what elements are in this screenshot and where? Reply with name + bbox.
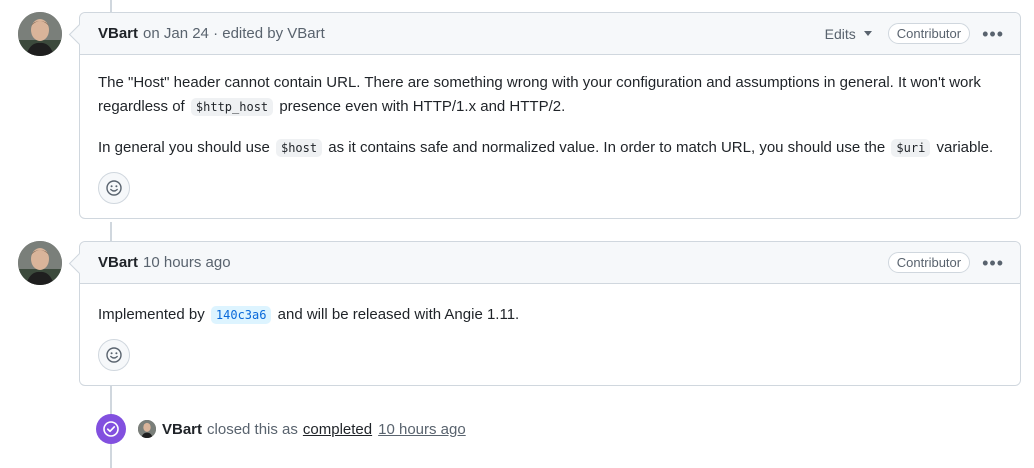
inline-code: $uri xyxy=(891,139,931,157)
avatar[interactable] xyxy=(18,241,62,285)
add-reaction-button[interactable] xyxy=(98,172,130,204)
comment-paragraph: Implemented by 140c3a6 and will be relea… xyxy=(98,303,1002,327)
smiley-icon xyxy=(106,180,122,196)
event-text: closed this as xyxy=(207,420,298,438)
paragraph-text: In general you should use xyxy=(98,139,270,156)
inline-code: $http_host xyxy=(190,98,274,116)
paragraph-text: and will be released with Angie 1.11. xyxy=(277,306,520,323)
comment-meta[interactable]: on Jan 24 · edited by VBart xyxy=(143,25,325,42)
add-reaction-button[interactable] xyxy=(98,339,130,371)
paragraph-text: as it contains safe and normalized value… xyxy=(328,139,886,156)
comment-paragraph: The "Host" header cannot contain URL. Th… xyxy=(98,71,1002,119)
comment-card: VBart on Jan 24 · edited by VBart Edits … xyxy=(79,12,1021,219)
paragraph-text: Implemented by xyxy=(98,306,205,323)
comment-body: The "Host" header cannot contain URL. Th… xyxy=(80,55,1020,218)
contributor-badge: Contributor xyxy=(887,23,971,44)
smiley-icon xyxy=(106,347,122,363)
event-time-link[interactable]: 10 hours ago xyxy=(378,421,466,438)
comment-author[interactable]: VBart xyxy=(98,254,138,271)
contributor-badge: Contributor xyxy=(887,252,971,273)
timeline-line xyxy=(110,0,112,12)
comment-header: VBart 10 hours ago Contributor ••• xyxy=(80,242,1020,284)
paragraph-text: presence even with HTTP/1.x and HTTP/2. xyxy=(279,98,566,115)
timeline-line xyxy=(110,222,112,242)
kebab-horizontal-icon[interactable]: ••• xyxy=(982,254,1004,272)
comment-paragraph: In general you should use $host as it co… xyxy=(98,136,1002,160)
completed-link[interactable]: completed xyxy=(303,421,372,438)
edits-label: Edits xyxy=(824,25,856,42)
avatar[interactable] xyxy=(18,12,62,56)
comment-card: VBart 10 hours ago Contributor ••• Imple… xyxy=(79,241,1021,386)
comment-meta[interactable]: 10 hours ago xyxy=(143,254,231,271)
comment-author[interactable]: VBart xyxy=(98,25,138,42)
event-author[interactable]: VBart xyxy=(162,421,202,438)
comment-header: VBart on Jan 24 · edited by VBart Edits … xyxy=(80,13,1020,55)
timeline-event-closed: VBart closed this as completed 10 hours … xyxy=(96,414,472,444)
paragraph-text: variable. xyxy=(936,139,994,156)
commit-link[interactable]: 140c3a6 xyxy=(210,306,272,324)
edits-dropdown[interactable]: Edits xyxy=(825,26,872,42)
kebab-horizontal-icon[interactable]: ••• xyxy=(982,25,1004,43)
avatar[interactable] xyxy=(138,420,156,438)
triangle-down-icon xyxy=(863,31,872,36)
check-circle-icon xyxy=(96,414,126,444)
inline-code: $host xyxy=(275,139,323,157)
comment-body: Implemented by 140c3a6 and will be relea… xyxy=(80,284,1020,385)
